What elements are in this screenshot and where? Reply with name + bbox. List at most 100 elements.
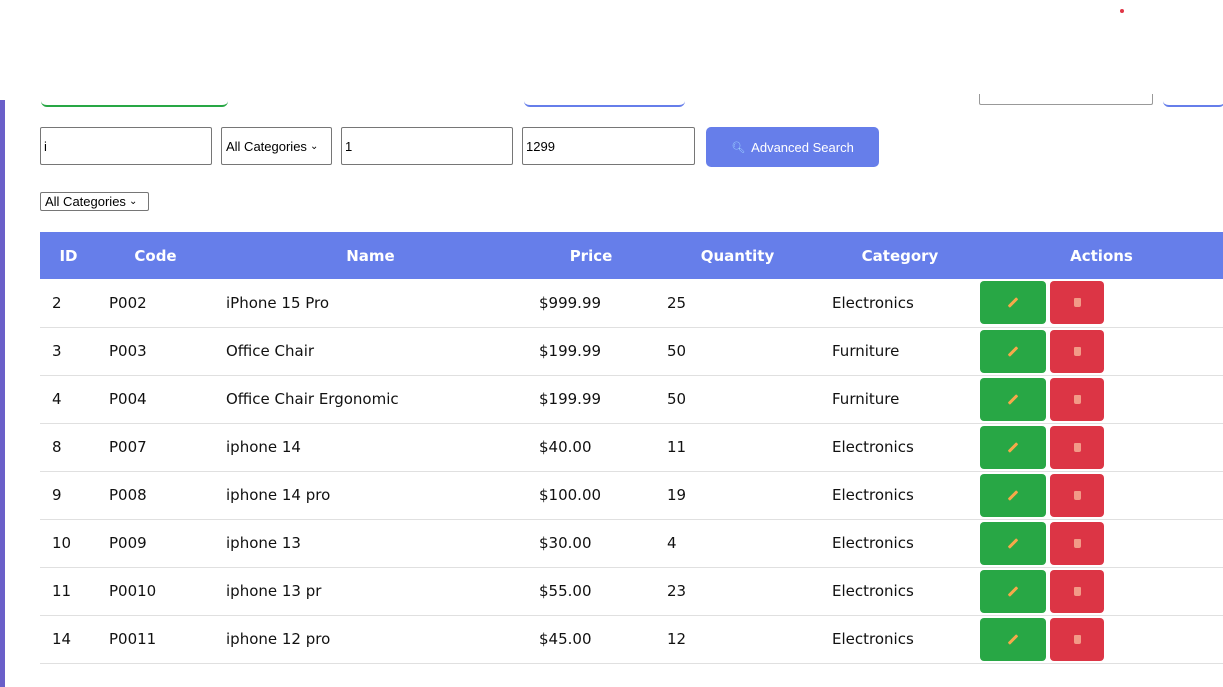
cell-name: iPhone 15 Pro [226,293,330,312]
cell-quantity: 50 [667,342,687,360]
cell-id: 2 [52,293,62,312]
delete-button[interactable] [1050,425,1104,469]
edit-button[interactable] [980,473,1046,517]
cell-price: $40.00 [539,438,592,456]
cell-price: $999.99 [539,293,602,312]
table-row: 9 P008 iphone 14 pro $100.00 19 Electronics [40,471,1223,519]
delete-button[interactable] [1050,617,1104,661]
cell-actions [980,327,1223,375]
trash-icon [1073,538,1081,548]
cell-price: $55.00 [539,582,592,600]
actions-group [980,425,1223,469]
cell-name: iphone 13 pr [226,582,322,600]
cell-category: Furniture [832,390,900,408]
edit-button[interactable] [980,425,1046,469]
cell-name: iphone 14 pro [226,486,331,504]
cell-quantity: 23 [667,582,687,600]
header-code[interactable]: Code [97,232,214,279]
red-dot [1120,9,1124,13]
delete-button[interactable] [1050,521,1104,565]
cell-id: 11 [52,582,72,600]
pencil-icon [1007,585,1019,597]
cell-id: 10 [52,534,72,552]
category-select[interactable]: All Categories ⌄ [221,127,332,165]
filter-category-select[interactable]: All Categories ⌄ [40,192,149,211]
table-row: 2 P002 iPhone 15 Pro $999.99 25 Electronics [40,279,1223,327]
cell-price: $30.00 [539,534,592,552]
delete-button[interactable] [1050,473,1104,517]
edit-button[interactable] [980,617,1046,661]
trash-icon [1073,394,1081,404]
top-input-partial[interactable] [979,94,1153,105]
actions-group [980,569,1223,613]
search-input[interactable] [40,127,212,165]
actions-group [980,617,1223,661]
cell-id: 8 [52,438,62,456]
pencil-icon [1007,393,1019,405]
cell-actions [980,279,1223,327]
delete-button[interactable] [1050,281,1104,325]
cell-quantity: 19 [667,486,687,504]
pencil-icon [1007,633,1019,645]
cell-code: P0010 [109,582,157,600]
min-price-input[interactable] [341,127,513,165]
header-id[interactable]: ID [40,232,97,279]
cell-category: Electronics [832,630,914,648]
cell-quantity: 12 [667,630,687,648]
action-button-partial[interactable] [524,94,685,107]
chevron-down-icon: ⌄ [309,140,319,152]
cell-id: 9 [52,486,62,504]
cell-quantity: 4 [667,534,677,552]
cell-code: P007 [109,438,147,456]
edit-button[interactable] [980,377,1046,421]
pencil-icon [1007,537,1019,549]
cell-category: Electronics [832,534,914,552]
cell-category: Electronics [832,582,914,600]
edit-button[interactable] [980,281,1046,325]
trash-icon [1073,586,1081,596]
add-button-partial[interactable] [41,94,228,107]
cell-code: P009 [109,534,147,552]
table-header-row: ID Code Name Price Quantity Category Act… [40,232,1223,279]
cell-actions [980,423,1223,471]
cell-quantity: 25 [667,293,687,312]
cell-name: Office Chair [226,342,315,360]
cell-category: Electronics [832,438,914,456]
header-category[interactable]: Category [820,232,980,279]
trash-icon [1073,298,1081,308]
table-row: 8 P007 iphone 14 $40.00 11 Electronics [40,423,1223,471]
magnifier-icon: 🔍︎ [731,141,746,154]
header-price[interactable]: Price [527,232,655,279]
advanced-search-label: Advanced Search [751,139,854,155]
cell-price: $100.00 [539,486,602,504]
filter-select-value: All Categories [45,194,126,209]
table-row: 4 P004 Office Chair Ergonomic $199.99 50 Furn… [40,375,1223,423]
actions-group [980,281,1223,325]
table-row: 14 P0011 iphone 12 pro $45.00 12 Electronics [40,615,1223,663]
edit-button[interactable] [980,521,1046,565]
header-quantity[interactable]: Quantity [655,232,820,279]
cell-name: Office Chair Ergonomic [226,390,399,408]
delete-button[interactable] [1050,377,1104,421]
actions-group [980,377,1223,421]
actions-group [980,473,1223,517]
pencil-icon [1007,489,1019,501]
cell-actions [980,519,1223,567]
cell-code: P003 [109,342,147,360]
trash-icon [1073,490,1081,500]
cell-price: $199.99 [539,342,602,360]
delete-button[interactable] [1050,329,1104,373]
edit-button[interactable] [980,329,1046,373]
chevron-down-icon: ⌄ [128,196,138,207]
header-name[interactable]: Name [214,232,527,279]
cell-category: Electronics [832,293,914,312]
top-button-partial[interactable] [1163,94,1223,107]
pencil-icon [1007,297,1019,309]
cell-id: 14 [52,630,72,648]
delete-button[interactable] [1050,569,1104,613]
max-price-input[interactable] [522,127,695,165]
advanced-search-button[interactable]: 🔍︎ Advanced Search [706,127,879,167]
cell-actions [980,615,1223,663]
edit-button[interactable] [980,569,1046,613]
cell-code: P002 [109,293,147,312]
